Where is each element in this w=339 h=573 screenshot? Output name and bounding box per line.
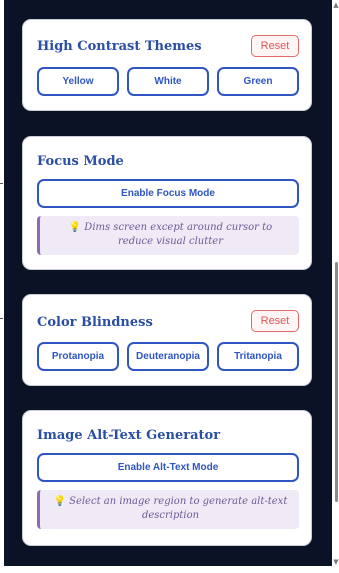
enable-alt-text-button[interactable]: Enable Alt-Text Mode	[37, 453, 299, 482]
color-blindness-options: Protanopia Deuteranopia Tritanopia	[37, 342, 299, 371]
accessibility-panel-window: High Contrast Themes Reset Yellow White …	[0, 0, 339, 573]
scroll-down-arrow-icon[interactable]: ▼	[333, 558, 339, 566]
high-contrast-card: High Contrast Themes Reset Yellow White …	[22, 19, 312, 111]
lightbulb-icon: 💡	[68, 222, 82, 233]
edge-mark	[0, 318, 3, 319]
color-blindness-reset-button[interactable]: Reset	[251, 310, 299, 332]
enable-focus-mode-button[interactable]: Enable Focus Mode	[37, 179, 299, 208]
focus-mode-hint-text: Dims screen except around cursor to redu…	[84, 222, 273, 247]
deuteranopia-button[interactable]: Deuteranopia	[127, 342, 209, 371]
protanopia-button[interactable]: Protanopia	[37, 342, 119, 371]
high-contrast-title: High Contrast Themes	[37, 39, 202, 54]
alt-text-hint: 💡 Select an image region to generate alt-…	[37, 490, 299, 529]
theme-green-button[interactable]: Green	[217, 67, 299, 96]
tritanopia-button[interactable]: Tritanopia	[217, 342, 299, 371]
alt-text-card: Image Alt-Text Generator Enable Alt-Text…	[22, 410, 312, 546]
focus-mode-hint: 💡 Dims screen except around cursor to red…	[37, 216, 299, 255]
alt-text-hint-text: Select an image region to generate alt-t…	[69, 496, 288, 521]
color-blindness-card: Color Blindness Reset Protanopia Deutera…	[22, 294, 312, 386]
focus-mode-card: Focus Mode Enable Focus Mode 💡 Dims scree…	[22, 136, 312, 270]
scroll-up-arrow-icon[interactable]: ▲	[333, 1, 339, 9]
alt-text-title: Image Alt-Text Generator	[37, 428, 221, 443]
scrollbar-thumb[interactable]	[335, 262, 338, 502]
focus-mode-title: Focus Mode	[37, 154, 124, 169]
high-contrast-options: Yellow White Green	[37, 67, 299, 96]
edge-mark	[0, 183, 3, 184]
high-contrast-reset-button[interactable]: Reset	[251, 35, 299, 57]
theme-white-button[interactable]: White	[127, 67, 209, 96]
color-blindness-title: Color Blindness	[37, 315, 153, 330]
theme-yellow-button[interactable]: Yellow	[37, 67, 119, 96]
lightbulb-icon: 💡	[53, 496, 67, 507]
